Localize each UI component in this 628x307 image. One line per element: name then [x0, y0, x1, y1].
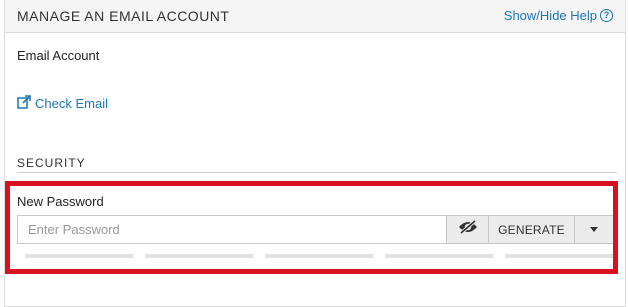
check-email-label: Check Email [35, 96, 108, 111]
question-circle-icon: ? [600, 9, 613, 22]
page-title: MANAGE AN EMAIL ACCOUNT [17, 8, 230, 24]
external-link-icon [17, 95, 31, 112]
show-hide-help-label: Show/Hide Help [503, 8, 597, 23]
email-account-label: Email Account [17, 48, 100, 63]
check-email-link[interactable]: Check Email [17, 95, 108, 112]
security-section-title: SECURITY [17, 156, 86, 170]
panel-header: MANAGE AN EMAIL ACCOUNT Show/Hide Help ? [5, 0, 625, 33]
highlight-annotation-box [5, 181, 618, 274]
show-hide-help-link[interactable]: Show/Hide Help ? [504, 8, 613, 23]
section-divider [17, 172, 617, 173]
